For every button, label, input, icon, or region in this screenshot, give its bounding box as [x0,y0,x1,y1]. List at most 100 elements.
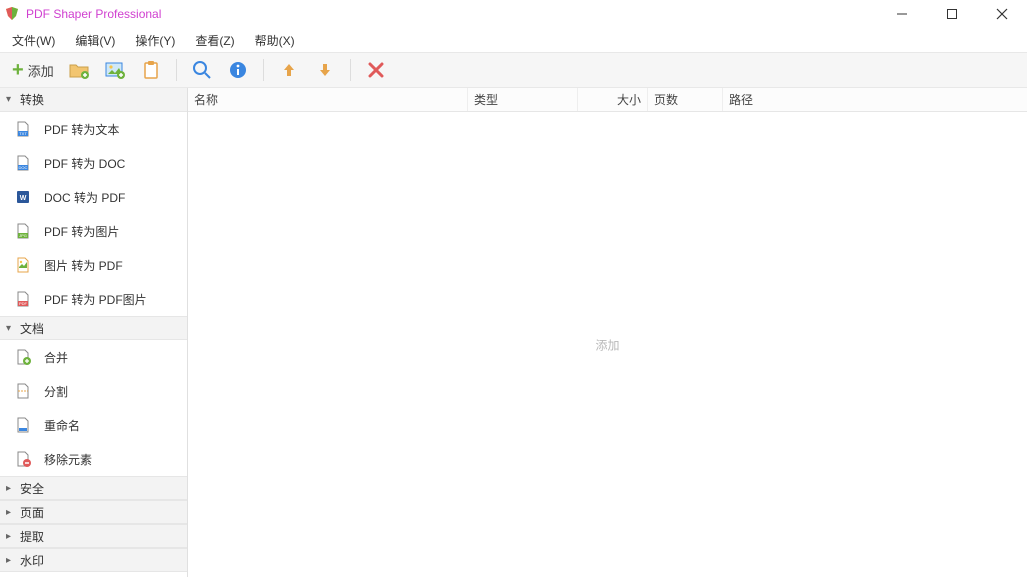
sidebar-item-pdf-to-image[interactable]: JPG PDF 转为图片 [0,214,187,248]
plus-icon: + [12,60,24,80]
remove-elements-icon [14,450,32,468]
paste-button[interactable] [136,56,166,84]
sidebar-item-label: 移除元素 [44,451,92,468]
sidebar-group-label: 页面 [20,504,44,521]
toolbar-separator [263,59,264,81]
sidebar-item-pdf-to-pdfimage[interactable]: PDF PDF 转为 PDF图片 [0,282,187,316]
doc-file-icon: DOC [14,154,32,172]
toolbar-separator [176,59,177,81]
sidebar-group-convert[interactable]: ▾ 转换 [0,88,187,112]
add-button[interactable]: + 添加 [8,56,58,84]
sidebar-item-pdf-to-text[interactable]: TXT PDF 转为文本 [0,112,187,146]
sidebar-item-label: PDF 转为图片 [44,223,119,240]
info-icon [227,59,249,81]
pdf-file-icon: PDF [14,290,32,308]
merge-icon [14,348,32,366]
image-to-pdf-icon [14,256,32,274]
column-type[interactable]: 类型 [468,88,578,111]
arrow-up-icon [278,59,300,81]
chevron-right-icon: ▸ [6,507,16,518]
column-size[interactable]: 大小 [578,88,648,111]
menu-action[interactable]: 操作(Y) [131,30,179,51]
svg-text:TXT: TXT [19,131,27,136]
svg-text:PDF: PDF [19,301,28,306]
chevron-right-icon: ▸ [6,531,16,542]
sidebar-item-label: 图片 转为 PDF [44,257,123,274]
sidebar-item-label: 重命名 [44,417,80,434]
sidebar-item-doc-to-pdf[interactable]: W DOC 转为 PDF [0,180,187,214]
sidebar-item-label: DOC 转为 PDF [44,189,125,206]
sidebar-item-label: 分割 [44,383,68,400]
chevron-right-icon: ▸ [6,555,16,566]
title-bar: PDF Shaper Professional [0,0,1027,28]
sidebar-item-split[interactable]: 分割 [0,374,187,408]
folder-plus-icon [68,59,90,81]
sidebar-group-label: 文档 [20,320,44,337]
app-icon [4,6,20,22]
sidebar-group-security[interactable]: ▸ 安全 [0,476,187,500]
sidebar-group-document[interactable]: ▾ 文档 [0,316,187,340]
file-list-drop-area[interactable]: 添加 [188,112,1027,577]
sidebar-item-image-to-pdf[interactable]: 图片 转为 PDF [0,248,187,282]
column-name[interactable]: 名称 [188,88,468,111]
info-button[interactable] [223,56,253,84]
window-controls [887,4,1023,24]
toolbar-separator [350,59,351,81]
menu-edit[interactable]: 编辑(V) [71,30,119,51]
split-icon [14,382,32,400]
remove-icon [365,59,387,81]
search-icon [191,59,213,81]
search-button[interactable] [187,56,217,84]
body: ▾ 转换 TXT PDF 转为文本 DOC PDF 转为 DOC W DOC 转… [0,88,1027,577]
chevron-down-icon: ▾ [6,94,16,105]
sidebar-item-rename[interactable]: 重命名 [0,408,187,442]
sidebar-group-label: 水印 [20,552,44,569]
sidebar-group-extract[interactable]: ▸ 提取 [0,524,187,548]
remove-button[interactable] [361,56,391,84]
empty-placeholder: 添加 [595,336,619,353]
move-up-button[interactable] [274,56,304,84]
sidebar-item-merge[interactable]: 合并 [0,340,187,374]
toolbar: + 添加 [0,52,1027,88]
close-button[interactable] [987,4,1017,24]
sidebar-item-label: 合并 [44,349,68,366]
chevron-right-icon: ▸ [6,483,16,494]
sidebar-group-label: 转换 [20,91,44,108]
menu-help[interactable]: 帮助(X) [251,30,299,51]
app-window: PDF Shaper Professional 文件(W) 编辑(V) 操作(Y… [0,0,1027,577]
sidebar: ▾ 转换 TXT PDF 转为文本 DOC PDF 转为 DOC W DOC 转… [0,88,188,577]
sidebar-item-label: PDF 转为 PDF图片 [44,291,147,308]
file-list-panel: 名称 类型 大小 页数 路径 添加 [188,88,1027,577]
rename-icon [14,416,32,434]
arrow-down-icon [314,59,336,81]
add-folder-button[interactable] [64,56,94,84]
sidebar-item-remove-elements[interactable]: 移除元素 [0,442,187,476]
clipboard-icon [140,59,162,81]
sidebar-group-label: 安全 [20,480,44,497]
menu-view[interactable]: 查看(Z) [191,30,238,51]
move-down-button[interactable] [310,56,340,84]
svg-text:DOC: DOC [19,165,28,170]
sidebar-item-label: PDF 转为文本 [44,121,119,138]
sidebar-group-label: 提取 [20,528,44,545]
column-pages[interactable]: 页数 [648,88,723,111]
svg-text:W: W [20,195,27,202]
menu-file[interactable]: 文件(W) [8,30,59,51]
sidebar-group-watermark[interactable]: ▸ 水印 [0,548,187,572]
minimize-button[interactable] [887,4,917,24]
image-plus-icon [104,59,126,81]
jpg-file-icon: JPG [14,222,32,240]
chevron-down-icon: ▾ [6,323,16,334]
add-label: 添加 [28,61,54,80]
txt-file-icon: TXT [14,120,32,138]
sidebar-item-label: PDF 转为 DOC [44,155,125,172]
svg-text:JPG: JPG [19,233,27,238]
sidebar-item-pdf-to-doc[interactable]: DOC PDF 转为 DOC [0,146,187,180]
app-title: PDF Shaper Professional [26,7,161,21]
sidebar-group-pages[interactable]: ▸ 页面 [0,500,187,524]
maximize-button[interactable] [937,4,967,24]
list-header: 名称 类型 大小 页数 路径 [188,88,1027,112]
column-path[interactable]: 路径 [723,88,1027,111]
add-image-button[interactable] [100,56,130,84]
menu-bar: 文件(W) 编辑(V) 操作(Y) 查看(Z) 帮助(X) [0,28,1027,52]
